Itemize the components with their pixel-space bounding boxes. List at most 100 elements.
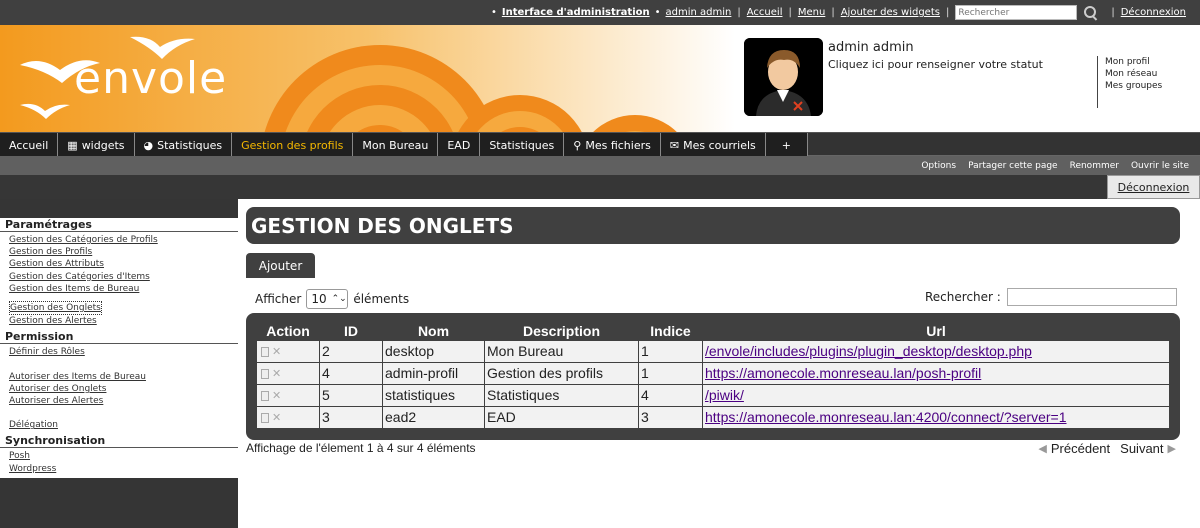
rename-link[interactable]: Renommer	[1070, 161, 1119, 171]
separator: |	[737, 7, 741, 18]
pagination: ◀ Précédent Suivant ▶	[1034, 441, 1180, 456]
url-link[interactable]: https://amonecole.monreseau.lan/posh-pro…	[705, 365, 981, 381]
sidebar-link[interactable]: Wordpress	[9, 463, 238, 475]
arrow-left-icon[interactable]: ◀	[1038, 442, 1046, 455]
tab-widgets[interactable]: ▦ widgets	[58, 133, 135, 157]
menu-link[interactable]: Menu	[798, 7, 825, 18]
edit-icon[interactable]	[261, 368, 269, 379]
sidebar-link[interactable]: Autoriser des Onglets	[9, 383, 238, 395]
arrow-right-icon[interactable]: ▶	[1168, 442, 1176, 455]
tab-accueil[interactable]: Accueil	[0, 133, 59, 157]
delete-icon[interactable]: ✕	[272, 390, 281, 402]
sidebar-link[interactable]: Gestion des Attributs	[9, 258, 238, 270]
column-header-nom[interactable]: Nom	[383, 322, 485, 340]
table-row: ✕ 3 ead2 EAD 3 https://amonecole.monrese…	[256, 405, 1170, 429]
row-actions: ✕	[256, 361, 320, 385]
user-link[interactable]: admin admin	[666, 7, 732, 18]
logout-bar: Déconnexion	[0, 175, 1200, 199]
logout-link[interactable]: Déconnexion	[1118, 181, 1190, 194]
sidebar-link[interactable]: Autoriser des Items de Bureau	[9, 371, 238, 383]
logout-box: Déconnexion	[1107, 175, 1200, 199]
tab-gestion-des-profils[interactable]: Gestion des profils	[232, 133, 354, 157]
separator: |	[831, 7, 835, 18]
url-link[interactable]: /envole/includes/plugins/plugin_desktop/…	[705, 343, 1032, 359]
show-suffix: éléments	[353, 292, 410, 306]
sidebar-section-permission: Permission Définir des Rôles Autoriser d…	[0, 330, 238, 435]
sidebar-link-selected[interactable]: Gestion des Onglets	[9, 301, 102, 316]
cell-indice: 1	[638, 339, 703, 363]
top-search-input[interactable]	[955, 5, 1078, 20]
cell-indice: 3	[638, 405, 703, 429]
cell-url: /envole/includes/plugins/plugin_desktop/…	[702, 339, 1170, 363]
tab-mes-fichiers[interactable]: ⚲ Mes fichiers	[564, 133, 661, 157]
table-search-input[interactable]	[1006, 288, 1177, 306]
edit-icon[interactable]	[261, 412, 269, 423]
cell-nom: statistiques	[382, 383, 485, 407]
separator: |	[1111, 7, 1115, 18]
column-header-id[interactable]: ID	[320, 322, 383, 340]
cell-description: Mon Bureau	[484, 339, 639, 363]
share-page-link[interactable]: Partager cette page	[968, 161, 1058, 171]
search-icon[interactable]	[1083, 5, 1099, 21]
my-profile-link[interactable]: Mon profil	[1105, 56, 1162, 68]
sidebar-link[interactable]: Gestion des Profils	[9, 246, 238, 258]
sidebar-link[interactable]: Délégation	[9, 419, 238, 431]
add-button[interactable]: Ajouter	[246, 253, 315, 278]
options-link[interactable]: Options	[921, 161, 956, 171]
envelope-icon: ✉	[669, 138, 680, 152]
cell-nom: admin-profil	[382, 361, 485, 385]
top-logout-link[interactable]: Déconnexion	[1121, 7, 1186, 18]
sidebar-link[interactable]: Définir des Rôles	[9, 346, 238, 358]
chevron-updown-icon: ⌃⌄	[331, 294, 347, 304]
separator: |	[945, 7, 950, 18]
delete-icon[interactable]: ✕	[272, 412, 281, 424]
home-link[interactable]: Accueil	[747, 7, 783, 18]
top-bar-links: • Interface d'administration • admin adm…	[486, 0, 1186, 25]
user-name[interactable]: admin admin	[828, 40, 914, 55]
open-site-link[interactable]: Ouvrir le site	[1131, 161, 1189, 171]
sidebar-link[interactable]: Gestion des Catégories d'Items	[9, 271, 238, 283]
sidebar-section-synchronisation: Synchronisation Posh Wordpress	[0, 434, 238, 478]
table-info: Affichage de l'élement 1 à 4 sur 4 éléme…	[246, 441, 476, 455]
edit-icon[interactable]	[261, 390, 269, 401]
column-header-indice[interactable]: Indice	[639, 322, 703, 340]
column-header-action[interactable]: Action	[257, 322, 320, 340]
section-links: Définir des Rôles Autoriser des Items de…	[0, 344, 238, 435]
sidebar-link[interactable]: Gestion des Alertes	[9, 315, 238, 327]
table-row: ✕ 4 admin-profil Gestion des profils 1 h…	[256, 361, 1170, 385]
cell-url: /piwik/	[702, 383, 1170, 407]
paperclip-icon: ⚲	[573, 138, 582, 152]
next-button[interactable]: Suivant	[1120, 441, 1163, 456]
sidebar-link[interactable]: Posh	[9, 450, 238, 462]
logo-text[interactable]: envole	[74, 53, 227, 104]
tab-statistiques-2[interactable]: Statistiques	[480, 133, 565, 157]
sidebar-link[interactable]: Autoriser des Alertes	[9, 395, 238, 407]
url-link[interactable]: /piwik/	[705, 387, 744, 403]
tab-ead[interactable]: EAD	[438, 133, 481, 157]
cell-description: Gestion des profils	[484, 361, 639, 385]
column-header-url[interactable]: Url	[703, 322, 1170, 340]
edit-icon[interactable]	[261, 346, 269, 357]
add-widgets-link[interactable]: Ajouter des widgets	[841, 7, 940, 18]
table-row: ✕ 5 statistiques Statistiques 4 /piwik/	[256, 383, 1170, 407]
sidebar-link[interactable]: Gestion des Catégories de Profils	[9, 234, 238, 246]
add-tab-button[interactable]: +	[765, 133, 808, 157]
delete-icon[interactable]: ✕	[272, 368, 281, 380]
my-network-link[interactable]: Mon réseau	[1105, 68, 1162, 80]
delete-icon[interactable]: ✕	[272, 346, 281, 358]
tab-label: Statistiques	[489, 138, 555, 152]
tab-statistiques[interactable]: ◕ Statistiques	[134, 133, 233, 157]
status-prompt[interactable]: Cliquez ici pour renseigner votre statut	[828, 58, 1043, 71]
page-length-control: Afficher 10 ⌃⌄ éléments	[255, 289, 409, 309]
previous-button[interactable]: Précédent	[1051, 441, 1110, 456]
url-link[interactable]: https://amonecole.monreseau.lan:4200/con…	[705, 409, 1067, 425]
tab-mon-bureau[interactable]: Mon Bureau	[353, 133, 439, 157]
tab-mes-courriels[interactable]: ✉ Mes courriels	[660, 133, 766, 157]
admin-interface-link[interactable]: Interface d'administration	[502, 7, 650, 18]
my-groups-link[interactable]: Mes groupes	[1105, 80, 1162, 92]
avatar[interactable]	[744, 38, 823, 116]
sidebar-link[interactable]: Gestion des Items de Bureau	[9, 283, 238, 295]
page-length-select[interactable]: 10 ⌃⌄	[306, 289, 349, 309]
row-actions: ✕	[256, 339, 320, 363]
column-header-description[interactable]: Description	[485, 322, 639, 340]
